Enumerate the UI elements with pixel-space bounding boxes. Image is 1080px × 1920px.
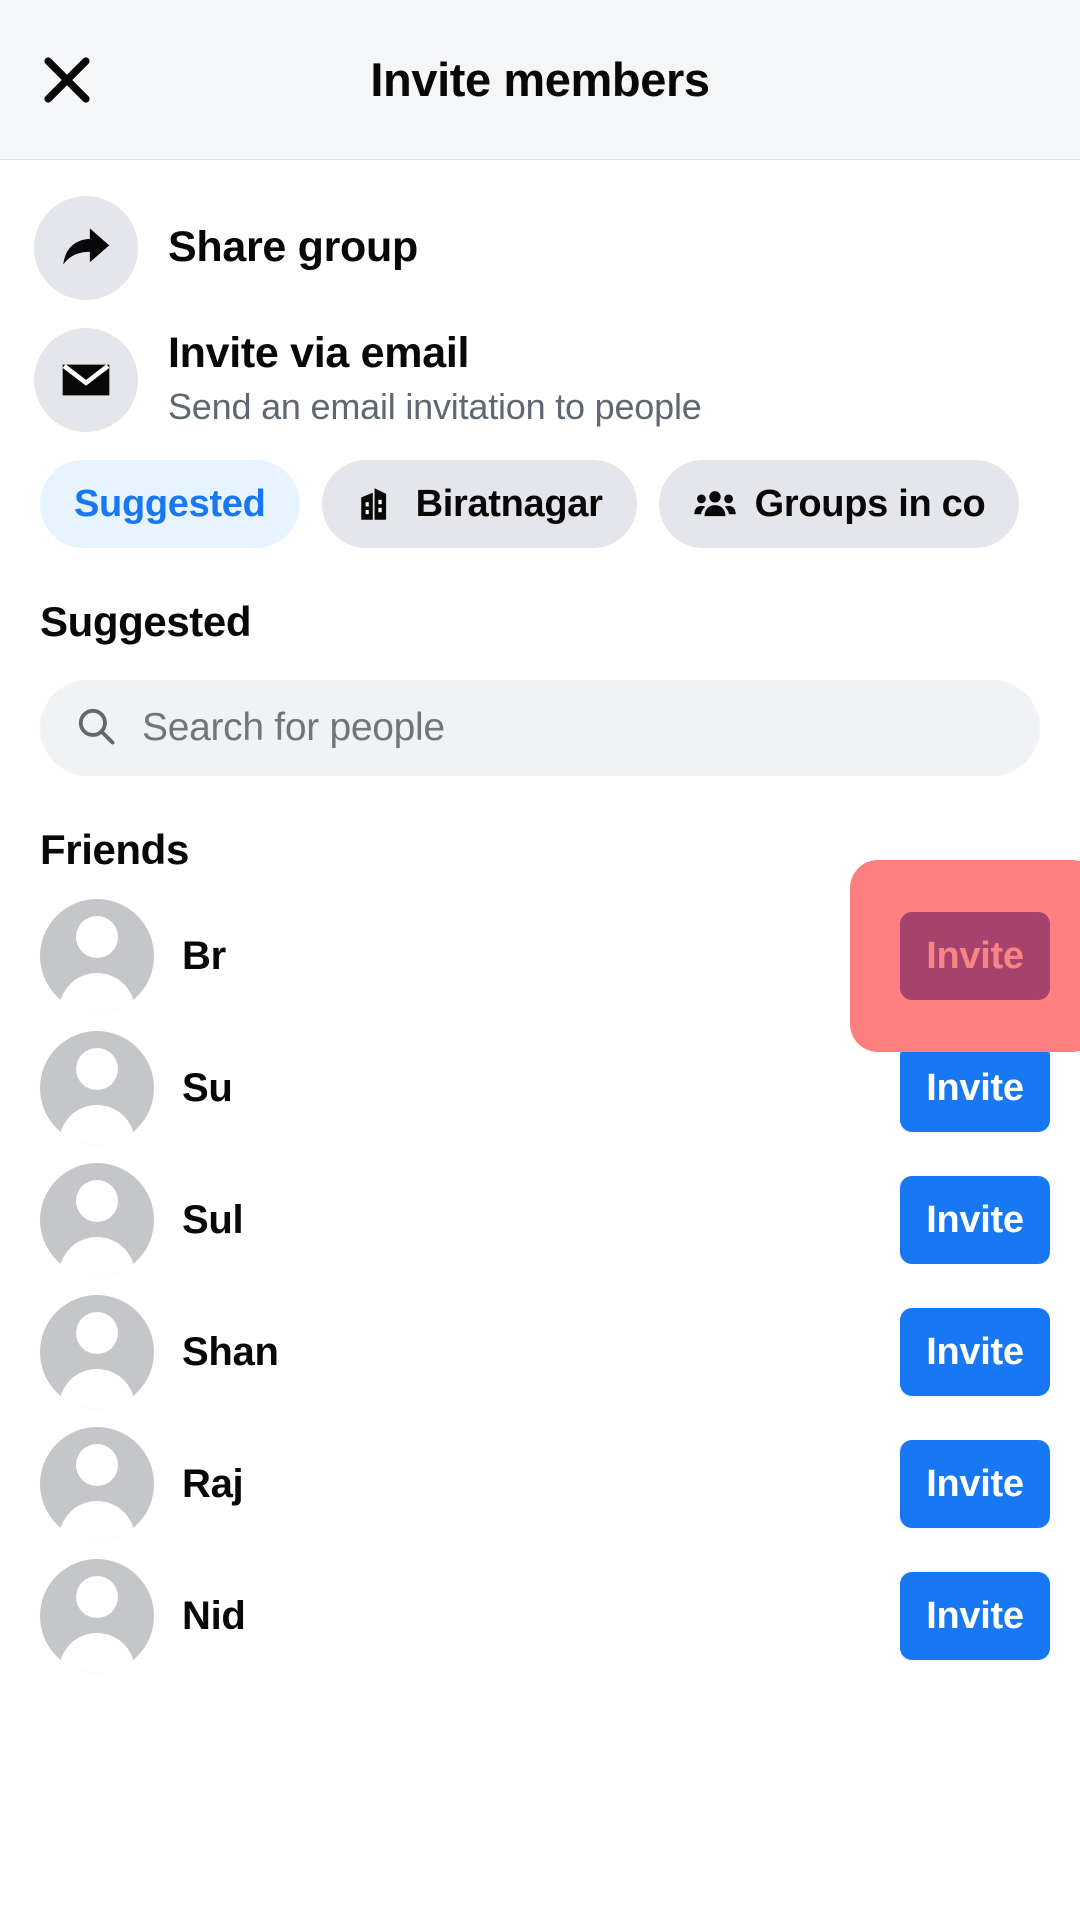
invite-button[interactable]: Invite: [900, 1176, 1050, 1264]
search-section: [0, 646, 1080, 776]
share-group-row[interactable]: Share group: [0, 182, 1080, 314]
default-avatar-icon: [40, 1031, 154, 1145]
invite-button[interactable]: Invite: [900, 1044, 1050, 1132]
friend-name: Sul: [182, 1197, 244, 1242]
avatar-body: [59, 1633, 135, 1673]
avatar-head: [76, 1180, 118, 1222]
share-arrow-icon: [34, 196, 138, 300]
avatar-head: [76, 916, 118, 958]
invite-via-email-row[interactable]: Invite via email Send an email invitatio…: [0, 314, 1080, 446]
friend-name: Br: [182, 933, 226, 978]
friend-row[interactable]: Nid Invite: [0, 1550, 1080, 1682]
friend-row[interactable]: Shan Invite: [0, 1286, 1080, 1418]
avatar-body: [59, 1237, 135, 1277]
search-input[interactable]: [142, 706, 1006, 750]
friend-row[interactable]: Raj Invite: [0, 1418, 1080, 1550]
chip-suggested-label: Suggested: [74, 482, 266, 525]
search-box[interactable]: [40, 680, 1040, 776]
friend-name: Nid: [182, 1593, 246, 1638]
close-icon[interactable]: [34, 47, 100, 113]
chip-groups-in-common[interactable]: Groups in co: [658, 460, 1020, 548]
avatar-head: [76, 1048, 118, 1090]
suggested-section-title: Suggested: [40, 598, 252, 645]
friend-name: Su: [182, 1065, 233, 1110]
screen-header: Invite members: [0, 0, 1080, 160]
chip-biratnagar-label: Biratnagar: [415, 482, 603, 525]
envelope-icon: [34, 328, 138, 432]
avatar-body: [59, 1501, 135, 1541]
people-group-icon: [693, 482, 737, 526]
friend-row[interactable]: Sul Invite: [0, 1154, 1080, 1286]
chip-suggested[interactable]: Suggested: [40, 460, 300, 548]
default-avatar-icon: [40, 1427, 154, 1541]
avatar-body: [59, 1105, 135, 1145]
avatar-head: [76, 1444, 118, 1486]
chip-groups-in-common-label: Groups in co: [754, 482, 986, 525]
invite-via-email-label: Invite via email: [168, 328, 470, 377]
invite-via-email-text: Invite via email Send an email invitatio…: [168, 329, 702, 431]
invite-via-email-subtitle: Send an email invitation to people: [168, 386, 702, 428]
city-building-icon: [356, 483, 398, 525]
avatar-body: [59, 973, 135, 1013]
avatar-head: [76, 1312, 118, 1354]
invite-button[interactable]: Invite: [900, 1308, 1050, 1396]
friend-row[interactable]: Br Invite: [0, 860, 1080, 1052]
invite-button[interactable]: Invite: [900, 1440, 1050, 1528]
share-group-label: Share group: [168, 223, 418, 272]
default-avatar-icon: [40, 899, 154, 1013]
avatar-head: [76, 1576, 118, 1618]
invite-actions-group: Share group Invite via email Send an ema…: [0, 160, 1080, 446]
filter-chips-row[interactable]: Suggested Biratnagar Groups in co: [0, 446, 1080, 548]
share-group-text: Share group: [168, 223, 418, 272]
friend-name: Shan: [182, 1329, 279, 1374]
invite-button[interactable]: Invite: [900, 1572, 1050, 1660]
page-title: Invite members: [370, 53, 710, 106]
friends-list: Br Invite Su Invite Sul Invite Shan Invi…: [0, 860, 1080, 1682]
invite-button[interactable]: Invite: [900, 912, 1050, 1000]
chip-biratnagar[interactable]: Biratnagar: [321, 460, 637, 548]
friend-name: Raj: [182, 1461, 244, 1506]
avatar-body: [59, 1369, 135, 1409]
invite-button-highlight-wrapper: Invite: [850, 860, 1080, 1052]
default-avatar-icon: [40, 1163, 154, 1277]
default-avatar-icon: [40, 1295, 154, 1409]
invite-members-screen: Invite members Share group Invite via em…: [0, 0, 1080, 1920]
default-avatar-icon: [40, 1559, 154, 1673]
search-icon: [74, 704, 118, 753]
